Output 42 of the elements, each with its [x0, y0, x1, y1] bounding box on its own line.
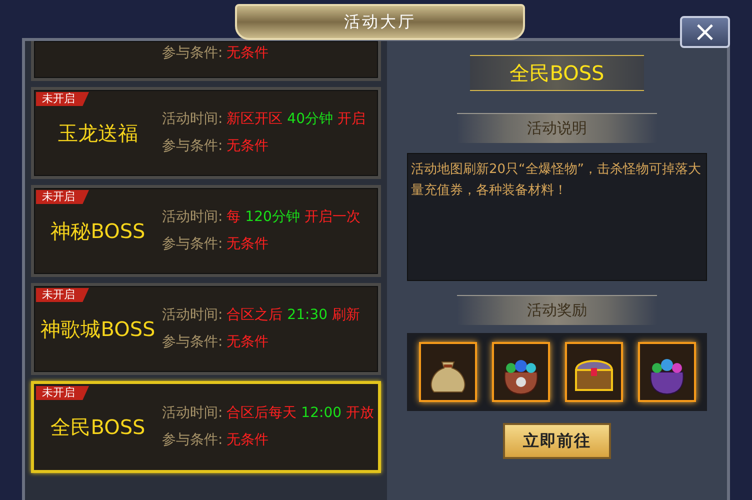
reward-slot[interactable]: [638, 342, 696, 402]
go-now-button[interactable]: 立即前往: [503, 423, 611, 459]
time-label: 活动时间:: [162, 110, 223, 129]
time-label: 活动时间:: [162, 208, 223, 227]
activity-time: 新区开区 40分钟 开启: [226, 110, 366, 129]
condition-value: 无条件: [226, 44, 269, 63]
condition-label: 参与条件:: [162, 44, 223, 63]
detail-title: 全民BOSS: [470, 55, 644, 91]
activity-name: 神秘BOSS: [50, 218, 146, 245]
condition-label: 参与条件:: [162, 333, 223, 352]
activity-time: 每 120分钟 开启一次: [226, 208, 360, 227]
close-button[interactable]: ×: [680, 16, 730, 48]
activity-name: 全民BOSS: [50, 414, 146, 441]
activity-time: 合区后每天 12:00 开放: [226, 404, 374, 423]
status-badge: 未开启: [36, 386, 89, 400]
window-title: 活动大厅: [235, 4, 525, 40]
status-badge: 未开启: [36, 190, 89, 204]
activity-card[interactable]: 未开启 全民BOSS 活动时间: 合区后每天 12:00 开放 参与条件: 无条件: [31, 381, 381, 473]
section-header: 活动奖励: [457, 295, 657, 325]
time-label: 活动时间:: [162, 404, 223, 423]
condition-value: 无条件: [226, 235, 269, 254]
condition-label: 参与条件:: [162, 235, 223, 254]
time-label: 活动时间:: [162, 306, 223, 325]
condition-value: 无条件: [226, 431, 269, 450]
reward-slot[interactable]: [418, 342, 476, 402]
condition-label: 参与条件:: [162, 431, 223, 450]
activity-card[interactable]: 未开启 神歌城BOSS 活动时间: 合区之后 21:30 刷新 参与条件: 无条件: [31, 283, 381, 375]
activity-time: 合区之后 21:30 刷新: [226, 306, 360, 325]
activity-card[interactable]: 未开启 神秘BOSS 活动时间: 每 120分钟 开启一次 参与条件: 无条件: [31, 185, 381, 277]
activity-name: 玉龙送福: [57, 120, 139, 147]
condition-label: 参与条件:: [162, 137, 223, 156]
activity-card[interactable]: 未开启 玉龙送福 活动时间: 新区开区 40分钟 开启 参与条件: 无条件: [31, 87, 381, 179]
section-header: 活动说明: [457, 113, 657, 143]
status-badge: 未开启: [36, 92, 89, 106]
condition-value: 无条件: [226, 333, 269, 352]
condition-value: 无条件: [226, 137, 269, 156]
status-badge: 未开启: [36, 288, 89, 302]
reward-slot[interactable]: [564, 342, 622, 402]
description-text: 活动地图刷新20只“全爆怪物”，击杀怪物可掉落大量充值券，各种装备材料！: [407, 153, 707, 281]
activity-name: 神歌城BOSS: [40, 316, 156, 343]
activity-card[interactable]: 参与条件: 无条件: [31, 41, 381, 81]
reward-slot[interactable]: [492, 342, 550, 402]
